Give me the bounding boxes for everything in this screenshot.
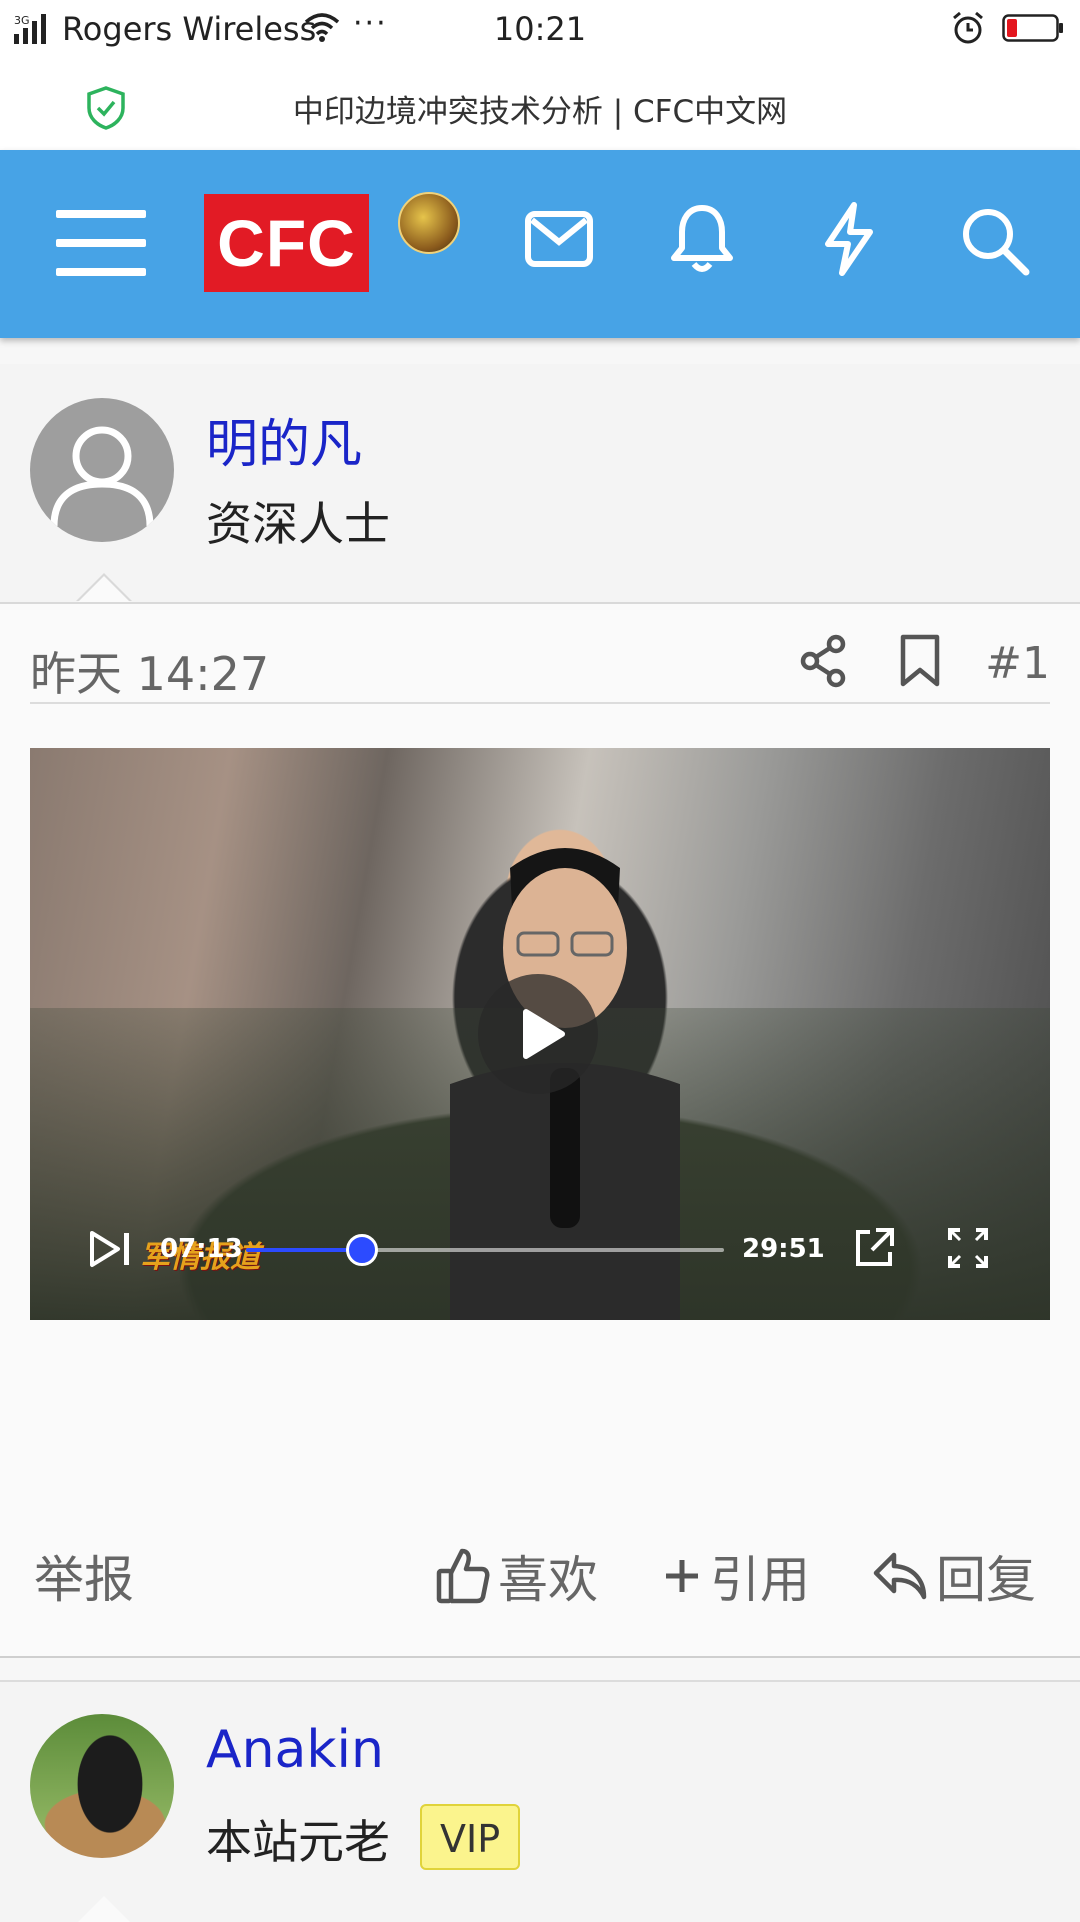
bubble-pointer — [78, 576, 130, 602]
page-title: 中印边境冲突技术分析 | CFC中文网 — [292, 94, 788, 130]
post-divider — [0, 1656, 1080, 1658]
default-user-icon — [50, 426, 154, 527]
quote-button[interactable]: 引用 — [662, 1540, 810, 1612]
username-link[interactable]: Anakin — [206, 1720, 384, 1780]
like-button[interactable]: 喜欢 — [436, 1540, 598, 1612]
report-button[interactable]: 举报 — [34, 1540, 134, 1612]
seek-handle[interactable] — [345, 1234, 378, 1266]
seek-progress — [246, 1248, 362, 1252]
logo-text: CFC — [217, 206, 356, 280]
bookmark-icon[interactable] — [898, 634, 942, 688]
avatar[interactable] — [30, 1714, 174, 1858]
fullscreen-icon[interactable] — [946, 1226, 990, 1270]
vip-badge: VIP — [420, 1804, 521, 1870]
post-number[interactable]: #1 — [985, 638, 1050, 689]
duration: 29:51 — [742, 1234, 825, 1264]
play-icon — [523, 1009, 565, 1059]
seek-bar[interactable] — [246, 1234, 724, 1266]
alarm-icon — [953, 11, 983, 44]
post-card: Anakin 本站元老 VIP — [0, 1680, 1080, 1922]
video-controls: 07:13 29:51 — [30, 1208, 1050, 1288]
bubble-pointer — [78, 1896, 130, 1922]
user-title: 资深人士 — [206, 497, 390, 551]
status-bar: 3G Rogers Wireless ··· 10:21 — [0, 0, 1080, 58]
user-avatar[interactable] — [398, 192, 460, 254]
user-title: 本站元老 — [206, 1815, 390, 1869]
clock: 10:21 — [493, 10, 587, 48]
post-user-info: 明的凡 资深人士 — [0, 364, 1080, 604]
share-icon[interactable] — [798, 634, 848, 688]
bolt-icon[interactable] — [822, 202, 876, 276]
post-date[interactable]: 昨天 14:27 — [30, 638, 269, 704]
site-logo[interactable]: CFC — [204, 194, 369, 292]
video-player[interactable]: 军情报道 07:13 29:51 — [30, 748, 1050, 1320]
external-open-icon[interactable] — [852, 1226, 896, 1270]
thumbs-up-icon — [436, 1548, 490, 1604]
post-actions: 举报 喜欢 引用 回复 — [30, 1540, 1050, 1610]
search-icon[interactable] — [960, 206, 1030, 276]
plus-icon — [666, 1560, 698, 1592]
current-time: 07:13 — [160, 1234, 243, 1264]
mail-icon[interactable] — [524, 210, 594, 268]
skip-next-icon[interactable] — [88, 1230, 132, 1268]
site-header: CFC — [0, 150, 1080, 338]
play-button[interactable] — [478, 974, 598, 1094]
browser-title-bar[interactable]: 中印边境冲突技术分析 | CFC中文网 — [0, 58, 1080, 150]
post-card: 明的凡 资深人士 昨天 14:27 #1 军情报道 07:13 29:51 举报… — [0, 364, 1080, 1656]
like-label: 喜欢 — [498, 1551, 598, 1609]
bell-icon[interactable] — [670, 202, 734, 274]
battery-icon — [1002, 14, 1063, 42]
post-meta: 昨天 14:27 #1 — [30, 634, 1050, 704]
reply-label: 回复 — [936, 1551, 1036, 1609]
reply-button[interactable]: 回复 — [872, 1540, 1036, 1612]
avatar[interactable] — [30, 398, 174, 542]
menu-icon[interactable] — [56, 204, 146, 282]
username-link[interactable]: 明的凡 — [206, 402, 362, 477]
quote-label: 引用 — [710, 1551, 810, 1609]
reply-icon — [873, 1552, 927, 1600]
